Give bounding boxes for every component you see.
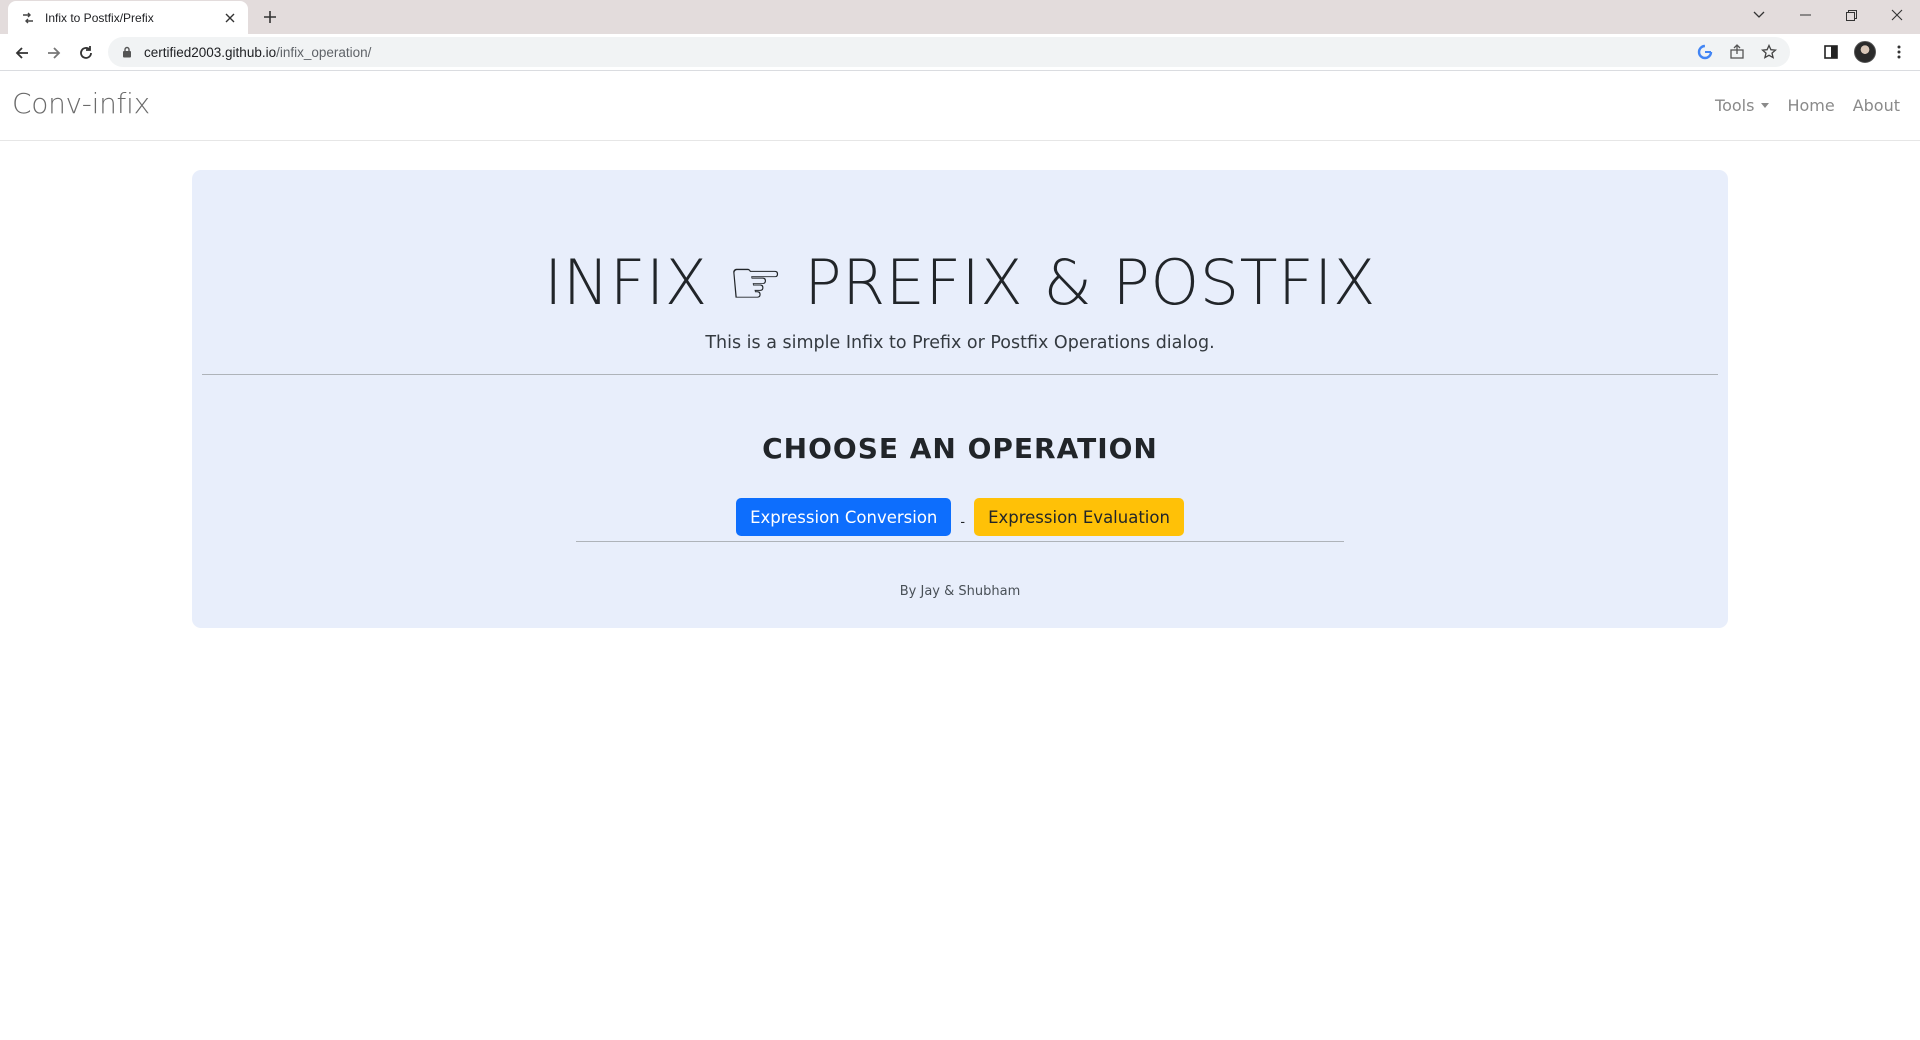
nav-tools-dropdown[interactable]: Tools [1715, 96, 1770, 115]
operation-buttons: Expression Conversion - Expression Evalu… [192, 498, 1728, 536]
reload-icon[interactable] [74, 41, 98, 65]
address-bar[interactable]: certified2003.github.io/infix_operation/ [108, 37, 1790, 67]
tab-favicon-icon [20, 10, 36, 26]
expression-evaluation-button[interactable]: Expression Evaluation [974, 498, 1184, 536]
button-separator: - [960, 513, 966, 529]
url-path: /infix_operation/ [276, 44, 372, 60]
hero-subtitle: This is a simple Infix to Prefix or Post… [705, 333, 1215, 353]
nav-home-link[interactable]: Home [1787, 96, 1834, 115]
back-icon[interactable] [10, 41, 34, 65]
hero-title: INFIX ☞ PREFIX & POSTFIX [544, 246, 1376, 319]
brand-logo[interactable]: Conv-infix [12, 87, 150, 120]
browser-menu-icon[interactable] [1886, 39, 1912, 65]
divider [202, 374, 1718, 375]
lock-icon[interactable] [120, 45, 134, 59]
window-controls [1736, 0, 1920, 30]
tab-search-icon[interactable] [1736, 0, 1782, 30]
caret-down-icon [1761, 103, 1770, 108]
share-icon[interactable] [1726, 41, 1748, 63]
bookmark-star-icon[interactable] [1758, 41, 1780, 63]
divider-short [576, 541, 1344, 542]
minimize-icon[interactable] [1782, 0, 1828, 30]
tab-title: Infix to Postfix/Prefix [45, 10, 154, 25]
byline: By Jay & Shubham [899, 584, 1021, 599]
browser-tab-strip: Infix to Postfix/Prefix [0, 0, 1920, 34]
hero-jumbotron: INFIX ☞ PREFIX & POSTFIX This is a simpl… [192, 170, 1728, 628]
expression-conversion-button[interactable]: Expression Conversion [736, 498, 952, 536]
google-translate-icon[interactable] [1694, 41, 1716, 63]
new-tab-icon[interactable] [258, 7, 282, 27]
forward-icon[interactable] [42, 41, 66, 65]
side-panel-icon[interactable] [1818, 39, 1844, 65]
url-text: certified2003.github.io/infix_operation/ [144, 45, 1694, 60]
restore-icon[interactable] [1828, 0, 1874, 30]
nav-tools-label: Tools [1715, 96, 1755, 115]
site-navbar: Conv-infix Tools Home About [0, 71, 1920, 141]
profile-avatar[interactable] [1852, 39, 1878, 65]
url-host: certified2003.github.io [144, 44, 277, 60]
browser-tab[interactable]: Infix to Postfix/Prefix [8, 1, 248, 34]
nav-about-link[interactable]: About [1853, 96, 1900, 115]
browser-toolbar: certified2003.github.io/infix_operation/ [0, 34, 1920, 71]
choose-operation-heading: CHOOSE AN OPERATION [762, 432, 1158, 465]
close-window-icon[interactable] [1874, 0, 1920, 30]
tab-close-icon[interactable] [222, 10, 238, 26]
